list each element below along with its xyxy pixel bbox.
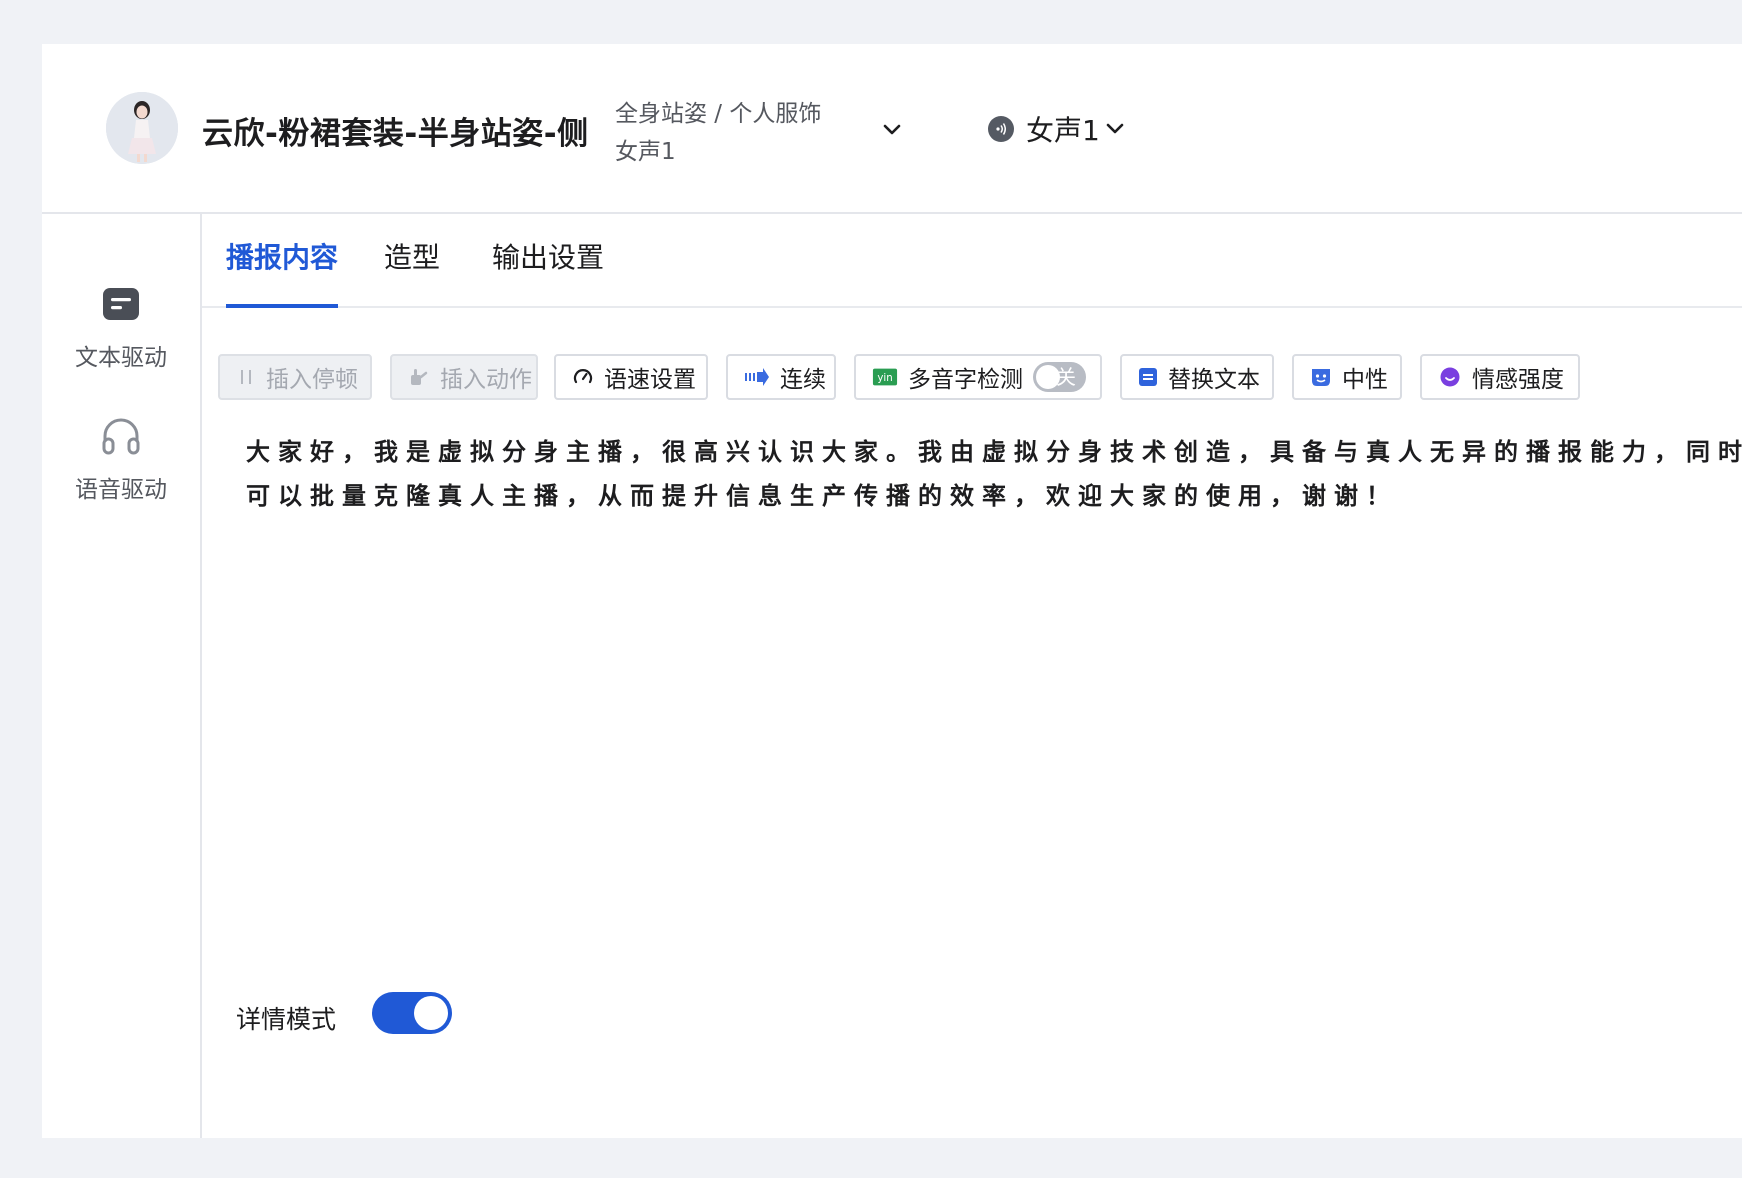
- rail-item-text-drive[interactable]: 文本驱动: [42, 282, 200, 372]
- avatar-title: 云欣-粉裙套装-半身站姿-侧: [202, 116, 589, 152]
- pinyin-icon: yin: [872, 364, 898, 390]
- avatar[interactable]: [106, 92, 178, 164]
- avatar-voice-meta: 女声1: [615, 139, 676, 165]
- neutral-face-icon: [1310, 364, 1332, 390]
- voice-select[interactable]: 女声1: [988, 106, 1128, 152]
- insert-action-button[interactable]: 插入动作: [390, 354, 538, 400]
- forward-arrow-icon: [744, 364, 770, 390]
- rail-item-voice-drive[interactable]: 语音驱动: [42, 414, 200, 504]
- broadcast-text-line: 可以批量克隆真人主播，从而提升信息生产传播的效率，欢迎大家的使用，谢谢！: [246, 482, 1398, 510]
- emotion-icon: [1438, 364, 1462, 390]
- emotion-strength-label: 情感强度: [1472, 367, 1564, 393]
- tab-styling[interactable]: 造型: [384, 214, 440, 306]
- replace-text-icon: [1138, 364, 1158, 390]
- toggle-off-label: 关: [1056, 365, 1076, 389]
- rail-item-label: 文本驱动: [75, 345, 167, 371]
- tab-output-settings[interactable]: 输出设置: [492, 214, 604, 306]
- polyphone-toggle[interactable]: 关: [1033, 362, 1086, 392]
- continuous-label: 连续: [780, 367, 826, 393]
- replace-text-label: 替换文本: [1168, 367, 1260, 393]
- neutral-label: 中性: [1342, 367, 1388, 393]
- drive-mode-rail: 文本驱动 语音驱动: [42, 214, 202, 1138]
- avatar-header: 云欣-粉裙套装-半身站姿-侧 全身站姿 / 个人服饰 女声1 女声1: [42, 44, 1742, 214]
- pause-icon: [236, 364, 256, 390]
- speedometer-icon: [572, 364, 594, 390]
- polyphone-check-label: 多音字检测: [908, 367, 1023, 393]
- broadcast-text-editor[interactable]: 大家好，我是虚拟分身主播，很高兴认识大家。我由虚拟分身技术创造，具备与真人无异的…: [246, 430, 1742, 518]
- headphones-icon: [99, 414, 143, 458]
- detail-mode-label: 详情模式: [236, 1005, 337, 1034]
- insert-pause-label: 插入停顿: [266, 367, 358, 393]
- speed-settings-button[interactable]: 语速设置: [554, 354, 708, 400]
- avatar-category: 全身站姿 / 个人服饰: [615, 101, 822, 127]
- tab-broadcast-content[interactable]: 播报内容: [226, 214, 339, 308]
- chevron-down-icon: [1102, 116, 1128, 142]
- insert-action-label: 插入动作: [440, 367, 532, 393]
- text-drive-icon: [99, 282, 143, 326]
- polyphone-check-button[interactable]: yin 多音字检测 关: [854, 354, 1102, 400]
- editor-card: 云欣-粉裙套装-半身站姿-侧 全身站姿 / 个人服饰 女声1 女声1 文本驱动 …: [42, 44, 1742, 1138]
- voice-label: 女声1: [1026, 114, 1100, 147]
- broadcast-text-line: 大家好，我是虚拟分身主播，很高兴认识大家。我由虚拟分身技术创造，具备与真人无异的…: [246, 438, 1742, 466]
- tab-bar: 播报内容 造型 输出设置: [202, 214, 1742, 308]
- toggle-knob: [414, 996, 448, 1030]
- continuous-button[interactable]: 连续: [726, 354, 836, 400]
- insert-pause-button[interactable]: 插入停顿: [218, 354, 372, 400]
- rail-item-label: 语音驱动: [75, 477, 167, 503]
- gesture-icon: [408, 364, 430, 390]
- replace-text-button[interactable]: 替换文本: [1120, 354, 1274, 400]
- detail-mode-toggle[interactable]: [372, 992, 452, 1034]
- speed-settings-label: 语速设置: [604, 367, 696, 393]
- chevron-down-icon[interactable]: [878, 116, 906, 144]
- neutral-button[interactable]: 中性: [1292, 354, 1402, 400]
- svg-text:yin: yin: [877, 373, 892, 384]
- emotion-strength-button[interactable]: 情感强度: [1420, 354, 1580, 400]
- voice-icon: [988, 116, 1014, 142]
